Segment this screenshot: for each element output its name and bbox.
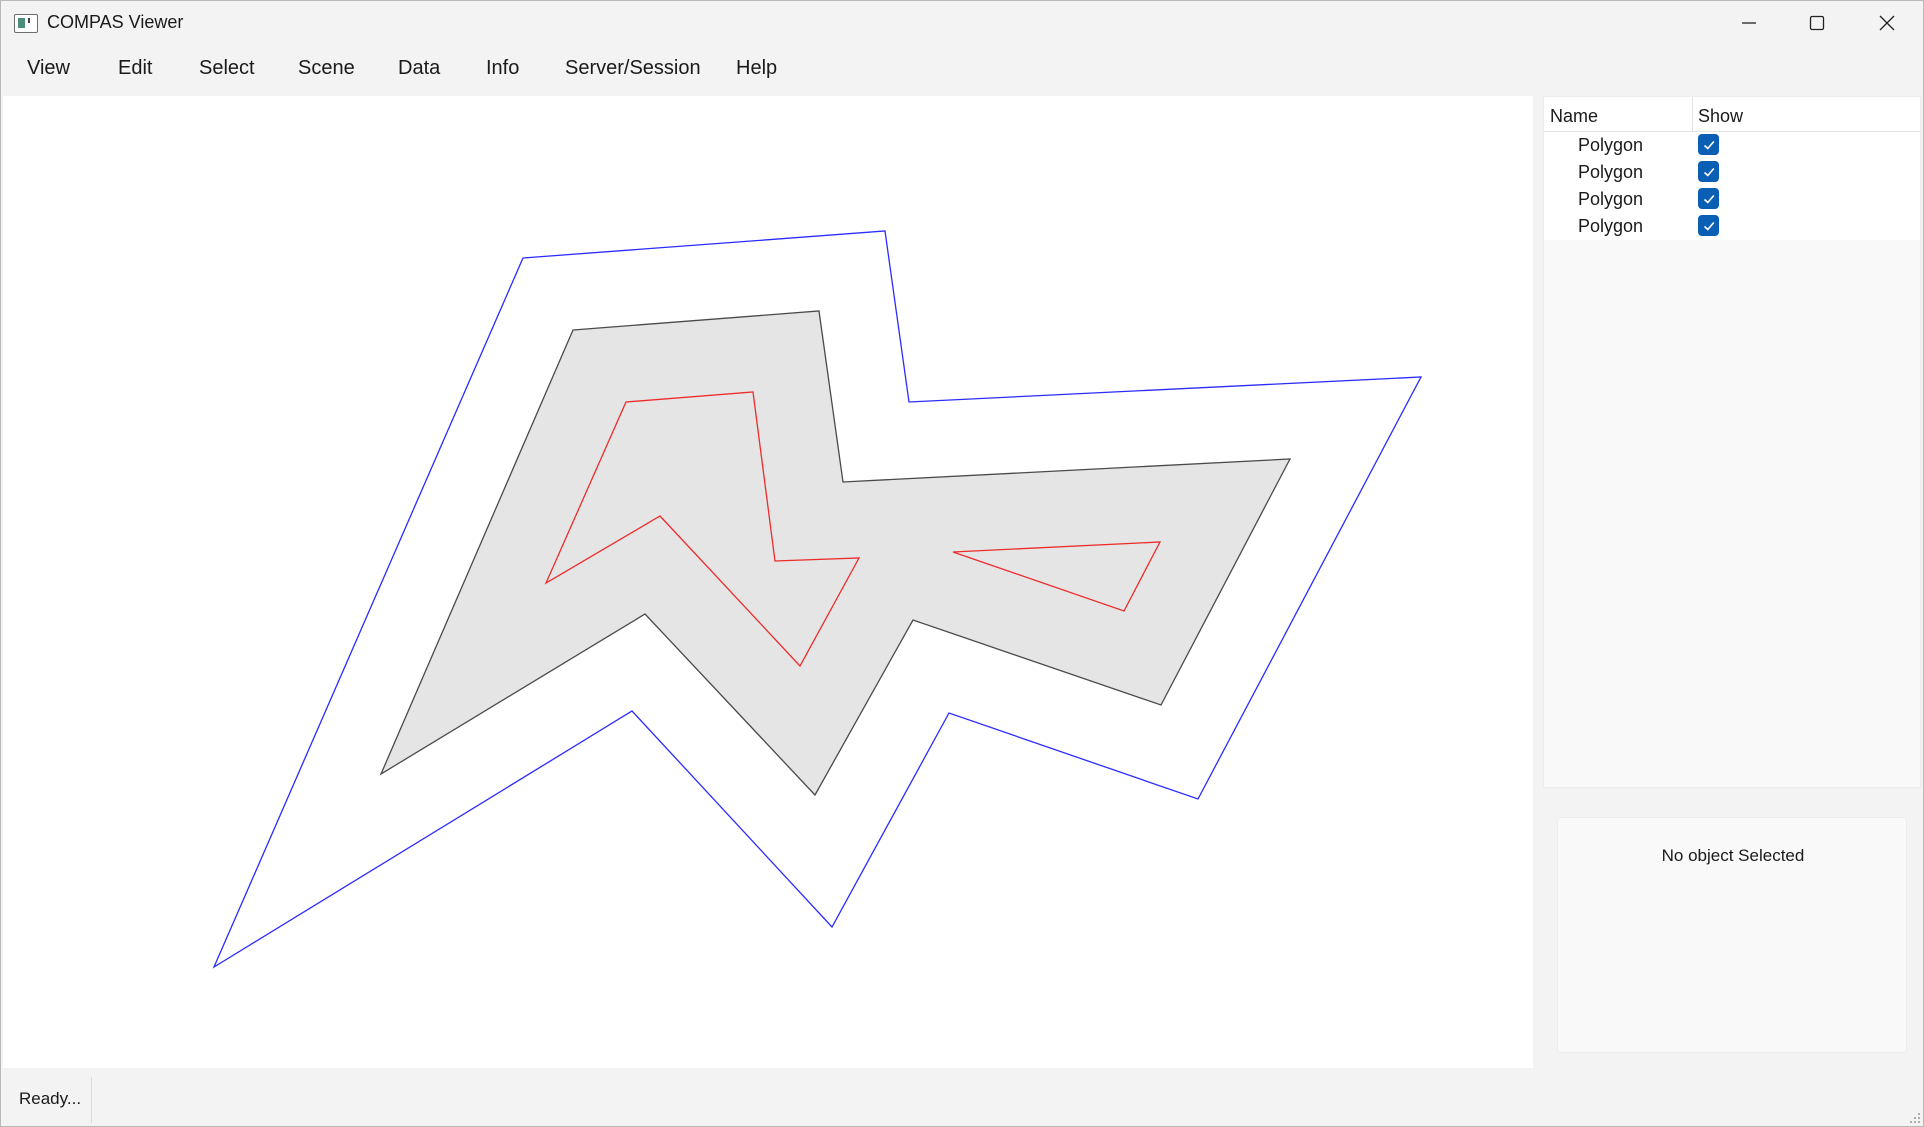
scene-tree-row[interactable]: Polygon <box>1544 132 1920 159</box>
show-checkbox[interactable] <box>1698 188 1719 209</box>
show-checkbox[interactable] <box>1698 134 1719 155</box>
menu-edit[interactable]: Edit <box>114 57 156 80</box>
menu-data[interactable]: Data <box>394 57 444 80</box>
window-title: COMPAS Viewer <box>47 12 184 32</box>
menu-select[interactable]: Select <box>195 57 259 80</box>
minimize-button[interactable] <box>1715 1 1783 45</box>
column-header-name[interactable]: Name <box>1550 106 1598 127</box>
maximize-icon <box>1809 15 1825 31</box>
status-divider <box>91 1077 92 1123</box>
column-divider[interactable] <box>1692 97 1693 131</box>
no-selection-message: No object Selected <box>1661 846 1805 865</box>
scene-tree-header: Name Show <box>1544 97 1920 132</box>
3d-viewport[interactable] <box>3 96 1533 1068</box>
resize-grip-icon[interactable] <box>1909 1112 1921 1124</box>
checkmark-icon <box>1703 194 1714 204</box>
menu-help[interactable]: Help <box>732 57 781 80</box>
minimize-icon <box>1742 22 1756 24</box>
app-icon <box>14 14 38 33</box>
scene-tree-rows: Polygon Polygon Polygon Polygon <box>1544 132 1920 240</box>
close-icon <box>1879 15 1895 31</box>
menu-server-session[interactable]: Server/Session <box>561 57 705 80</box>
menu-info[interactable]: Info <box>482 57 523 80</box>
properties-panel: No object Selected <box>1557 817 1907 1053</box>
column-header-show[interactable]: Show <box>1698 106 1743 127</box>
checkmark-icon <box>1703 167 1714 177</box>
checkmark-icon <box>1703 140 1714 150</box>
status-bar: Ready... <box>1 1073 1923 1126</box>
show-checkbox[interactable] <box>1698 161 1719 182</box>
menu-bar: View Edit Select Scene Data Info Server/… <box>1 53 1923 89</box>
object-name[interactable]: Polygon <box>1578 162 1643 183</box>
show-checkbox[interactable] <box>1698 215 1719 236</box>
status-text: Ready... <box>19 1089 82 1108</box>
viewport-canvas[interactable] <box>3 96 1533 1068</box>
menu-view[interactable]: View <box>23 57 74 80</box>
menu-scene[interactable]: Scene <box>294 57 359 80</box>
object-name[interactable]: Polygon <box>1578 189 1643 210</box>
object-name[interactable]: Polygon <box>1578 135 1643 156</box>
checkmark-icon <box>1703 221 1714 231</box>
scene-tree-row[interactable]: Polygon <box>1544 186 1920 213</box>
close-button[interactable] <box>1853 1 1921 45</box>
object-name[interactable]: Polygon <box>1578 216 1643 237</box>
title-bar[interactable]: COMPAS Viewer <box>1 1 1923 45</box>
scene-tree-row[interactable]: Polygon <box>1544 159 1920 186</box>
maximize-button[interactable] <box>1783 1 1851 45</box>
scene-tree-row[interactable]: Polygon <box>1544 213 1920 240</box>
scene-tree-panel[interactable]: Name Show Polygon Polygon Polygon Polygo… <box>1543 96 1921 788</box>
app-window: COMPAS Viewer View Edit Select Scene Dat… <box>0 0 1924 1127</box>
